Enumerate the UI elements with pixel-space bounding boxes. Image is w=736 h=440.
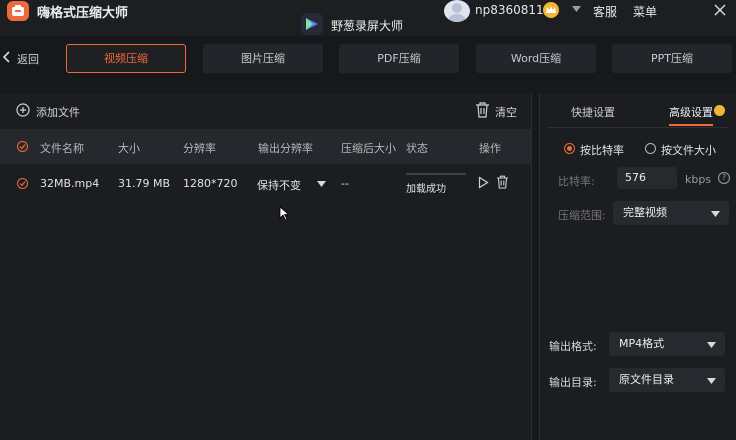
header-status: 状态: [406, 142, 428, 155]
compressed-size: --: [341, 177, 349, 190]
header-size: 大小: [118, 142, 140, 155]
chevron-down-icon: [707, 342, 716, 348]
output-resolution-value: 保持不变: [257, 179, 301, 192]
brand-logo-icon: [301, 13, 323, 35]
status-progress-bar: [406, 173, 466, 175]
chevron-down-icon[interactable]: [572, 6, 581, 12]
app-title: 嗨格式压缩大师: [37, 6, 129, 21]
dir-label: 输出目录:: [549, 376, 597, 389]
chevron-down-icon: [707, 378, 716, 384]
username[interactable]: np8360811: [475, 3, 544, 17]
add-file-label: 添加文件: [36, 106, 80, 119]
active-tab-indicator: [669, 124, 713, 126]
menu-link[interactable]: 菜单: [633, 3, 657, 20]
tab-quick-settings[interactable]: 快捷设置: [571, 104, 615, 120]
bitrate-label: 比特率:: [558, 175, 595, 188]
chevron-left-icon: [2, 51, 10, 63]
file-toolbar: 添加文件 清空: [0, 93, 532, 128]
tab-video-compress[interactable]: 视频压缩: [66, 44, 186, 73]
back-label: 返回: [17, 53, 39, 66]
row-checkbox[interactable]: [17, 178, 28, 189]
vip-crown-icon: [543, 2, 559, 18]
close-icon[interactable]: [714, 4, 726, 16]
file-name: 32MB.mp4: [40, 177, 100, 190]
trash-icon: [476, 102, 489, 118]
bitrate-unit: kbps: [685, 173, 712, 186]
range-select[interactable]: 完整视频: [613, 201, 729, 225]
header-actions: 操作: [479, 142, 501, 155]
file-resolution: 1280*720: [183, 177, 238, 190]
table-row[interactable]: 32MB.mp4 31.79 MB 1280*720 保持不变 -- 加载成功: [0, 164, 531, 204]
radio-unselected-icon: [645, 143, 656, 154]
brand-name: 野葱录屏大师: [331, 19, 404, 33]
header-file-name: 文件名称: [40, 142, 84, 155]
mode-by-size-label: 按文件大小: [661, 144, 716, 157]
app-logo-icon: [7, 1, 29, 21]
header-compressed-size: 压缩后大小: [341, 142, 396, 155]
output-resolution-select[interactable]: 保持不变: [257, 177, 329, 192]
settings-panel: 快捷设置 高级设置 按比特率 按文件大小 比特率: 576 kbps ? 压缩范…: [539, 93, 736, 440]
help-icon[interactable]: ?: [718, 172, 730, 184]
format-label: 输出格式:: [549, 340, 597, 353]
select-all-checkbox[interactable]: [17, 141, 28, 152]
tab-word-compress[interactable]: Word压缩: [476, 44, 596, 73]
dir-select[interactable]: 原文件目录: [609, 368, 725, 392]
mouse-cursor-icon: [279, 206, 289, 221]
divider: [548, 127, 729, 128]
tab-bar: 返回 视频压缩 图片压缩 PDF压缩 Word压缩 PPT压缩: [0, 36, 736, 82]
format-value: MP4格式: [619, 337, 665, 350]
status-text: 加载成功: [406, 184, 446, 195]
format-select[interactable]: MP4格式: [609, 332, 725, 356]
tab-image-compress[interactable]: 图片压缩: [203, 44, 323, 73]
chevron-down-icon: [317, 181, 326, 187]
dir-value: 原文件目录: [619, 373, 674, 386]
file-size: 31.79 MB: [118, 177, 171, 190]
avatar[interactable]: [444, 0, 470, 22]
tab-ppt-compress[interactable]: PPT压缩: [612, 44, 732, 73]
file-list-panel: 添加文件 清空 文件名称 大小 分辨率 输出分辨率 压缩后大小 状态 操作 32…: [0, 93, 532, 440]
mode-by-bitrate-label: 按比特率: [580, 144, 624, 157]
play-icon[interactable]: [478, 176, 489, 189]
delete-icon[interactable]: [496, 175, 509, 189]
bitrate-input[interactable]: 576: [617, 167, 677, 189]
chevron-down-icon: [711, 211, 720, 217]
title-bar: 嗨格式压缩大师 野葱录屏大师 np8360811 客服 菜单: [0, 0, 736, 36]
add-circle-icon: [16, 103, 30, 117]
vip-badge-icon: [714, 105, 725, 116]
radio-selected-icon: [564, 143, 575, 154]
header-output-resolution: 输出分辨率: [258, 142, 313, 155]
tab-advanced-settings[interactable]: 高级设置: [669, 104, 713, 120]
table-header: 文件名称 大小 分辨率 输出分辨率 压缩后大小 状态 操作: [0, 129, 531, 164]
tab-pdf-compress[interactable]: PDF压缩: [339, 44, 459, 73]
range-label: 压缩范围:: [558, 209, 606, 222]
service-link[interactable]: 客服: [593, 3, 617, 20]
header-resolution: 分辨率: [183, 142, 216, 155]
clear-label: 清空: [495, 106, 517, 119]
range-value: 完整视频: [623, 206, 667, 219]
